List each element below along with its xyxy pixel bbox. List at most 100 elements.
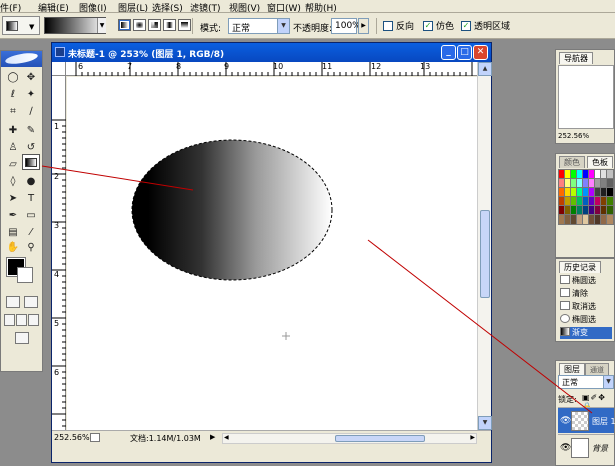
move-tool-icon[interactable]: ✥ <box>22 69 40 85</box>
quick-mask-button[interactable] <box>24 296 38 308</box>
background-color-swatch[interactable] <box>17 267 33 283</box>
color-swatch[interactable] <box>606 214 614 225</box>
history-item-selected[interactable]: 渐变 <box>560 327 612 339</box>
history-item[interactable]: 椭圆选 <box>560 314 612 326</box>
layer-row[interactable]: 👁 背景 <box>558 434 614 460</box>
notes-tool-icon[interactable]: ▤ <box>4 224 22 240</box>
transparency-checkbox[interactable]: ✓ 透明区域 <box>461 19 510 32</box>
mode-select[interactable]: 正常 ▼ <box>228 18 290 34</box>
shape-tool-icon[interactable]: ▭ <box>22 207 40 223</box>
color-swatch[interactable] <box>606 169 614 180</box>
brush-tool-icon[interactable]: ✎ <box>22 122 40 138</box>
vertical-scrollbar[interactable]: ▲ ▼ <box>477 62 492 430</box>
reverse-checkbox[interactable]: 反向 <box>383 19 414 32</box>
jump-to-imageready-button[interactable] <box>15 332 29 344</box>
history-brush-tool-icon[interactable]: ↺ <box>22 139 40 155</box>
blur-tool-icon[interactable]: ◊ <box>4 173 22 189</box>
color-swatch[interactable] <box>606 205 614 216</box>
navigator-panel: 导航器 252.56% <box>555 49 615 144</box>
color-swatch[interactable] <box>606 187 614 198</box>
hand-tool-icon[interactable]: ✋ <box>4 239 22 255</box>
zoom-tool-icon[interactable]: ⚲ <box>22 239 40 255</box>
chevron-down-icon: ▼ <box>29 23 35 31</box>
horizontal-scrollbar[interactable]: ◀ ▶ <box>222 433 477 444</box>
eraser-tool-icon[interactable]: ▱ <box>4 156 22 172</box>
linear-gradient-button[interactable] <box>118 19 131 31</box>
opacity-label: 不透明度: <box>293 24 333 34</box>
screen-mode-standard-button[interactable] <box>4 314 15 326</box>
screen-mode-full-button[interactable] <box>28 314 39 326</box>
ruler-top-label: 10 <box>273 62 284 71</box>
magic-wand-tool-icon[interactable]: ✦ <box>22 86 40 102</box>
tab-history[interactable]: 历史记录 <box>559 261 601 273</box>
layer-name[interactable]: 图层 1 <box>592 416 615 427</box>
reflected-gradient-button[interactable] <box>163 19 176 31</box>
close-button[interactable]: ✕ <box>473 45 488 60</box>
tab-channels[interactable]: 通道 <box>585 363 609 375</box>
color-swatch[interactable] <box>606 178 614 189</box>
gradient-tool-icon[interactable] <box>22 154 40 170</box>
dodge-tool-icon[interactable]: ● <box>22 173 40 189</box>
tab-color[interactable]: 颜色 <box>559 156 585 168</box>
scroll-down-icon[interactable]: ▼ <box>478 416 492 430</box>
slice-tool-icon[interactable]: ∕ <box>22 103 40 119</box>
horizontal-scroll-thumb[interactable] <box>335 435 425 442</box>
layer-blend-mode-select[interactable]: 正常 ▼ <box>558 375 614 389</box>
navigator-preview[interactable] <box>558 65 614 129</box>
gradient-picker[interactable]: ▼ <box>44 17 106 34</box>
toolbox-header[interactable] <box>1 51 42 67</box>
screen-mode-full-menu-button[interactable] <box>16 314 27 326</box>
chevron-down-icon[interactable]: ▼ <box>97 18 106 33</box>
eye-icon[interactable]: 👁 <box>560 443 571 453</box>
radial-gradient-button[interactable] <box>133 19 146 31</box>
ruler-left-label: 3 <box>54 221 60 230</box>
tab-layers[interactable]: 图层 <box>559 363 585 375</box>
healing-brush-tool-icon[interactable]: ✚ <box>4 122 22 138</box>
color-swatch[interactable] <box>606 196 614 207</box>
vertical-scroll-thumb[interactable] <box>480 210 490 298</box>
path-selection-tool-icon[interactable]: ➤ <box>4 190 22 206</box>
eye-icon[interactable]: 👁 <box>560 416 571 426</box>
scroll-up-icon[interactable]: ▲ <box>478 62 492 76</box>
lasso-tool-icon[interactable]: ℓ <box>4 86 22 102</box>
opacity-input[interactable]: 100% <box>331 18 361 34</box>
document-title-bar[interactable]: 未标题-1 @ 253% (图层 1, RGB/8) _ □ ✕ <box>52 43 491 62</box>
tool-preset-picker[interactable]: ▼ <box>2 16 40 35</box>
minimize-button[interactable]: _ <box>441 45 456 60</box>
tab-navigator[interactable]: 导航器 <box>559 52 593 64</box>
dither-checkbox[interactable]: ✓ 仿色 <box>423 19 454 32</box>
status-menu-icon[interactable] <box>90 433 100 442</box>
eyedropper-tool-icon[interactable]: ⁄ <box>22 224 40 240</box>
clone-stamp-tool-icon[interactable]: ♙ <box>4 139 22 155</box>
marquee-tool-icon[interactable]: ◯ <box>4 69 22 85</box>
layer-name[interactable]: 背景 <box>592 443 608 454</box>
scroll-left-icon[interactable]: ◀ <box>224 434 229 441</box>
history-item[interactable]: 取消选 <box>560 301 612 313</box>
crop-tool-icon[interactable]: ⌗ <box>4 103 22 119</box>
standard-mode-button[interactable] <box>6 296 20 308</box>
diamond-gradient-button[interactable] <box>178 19 191 31</box>
reverse-label: 反向 <box>396 22 415 32</box>
ruler-origin[interactable] <box>52 62 66 76</box>
maximize-button[interactable]: □ <box>457 45 472 60</box>
dither-checkbox-box[interactable]: ✓ <box>423 20 433 31</box>
layer-row[interactable]: 👁 图层 1 <box>558 407 615 433</box>
transparency-checkbox-box[interactable]: ✓ <box>461 20 471 31</box>
status-bar: 252.56% 文档:1.14M/1.03M ▶ ◀ ▶ <box>52 430 491 444</box>
lock-label: 锁定: <box>558 395 577 404</box>
tab-swatches[interactable]: 色板 <box>587 156 613 168</box>
zoom-level[interactable]: 252.56% <box>54 433 90 442</box>
opacity-slider-button[interactable]: ▶ <box>358 18 369 34</box>
status-arrow-icon[interactable]: ▶ <box>210 433 215 441</box>
history-item[interactable]: 椭圆选 <box>560 275 612 287</box>
scroll-right-icon[interactable]: ▶ <box>470 434 475 441</box>
angle-gradient-button[interactable] <box>148 19 161 31</box>
vertical-ruler[interactable]: 1 2 3 4 5 6 <box>52 76 66 430</box>
history-item[interactable]: 清除 <box>560 288 612 300</box>
horizontal-ruler[interactable]: 6 7 8 9 10 11 12 13 <box>66 62 477 76</box>
type-tool-icon[interactable]: T <box>22 190 40 206</box>
pen-tool-icon[interactable]: ✒ <box>4 207 22 223</box>
navigator-zoom[interactable]: 252.56% <box>558 132 589 140</box>
reverse-checkbox-box[interactable] <box>383 20 393 31</box>
canvas[interactable] <box>67 77 477 430</box>
